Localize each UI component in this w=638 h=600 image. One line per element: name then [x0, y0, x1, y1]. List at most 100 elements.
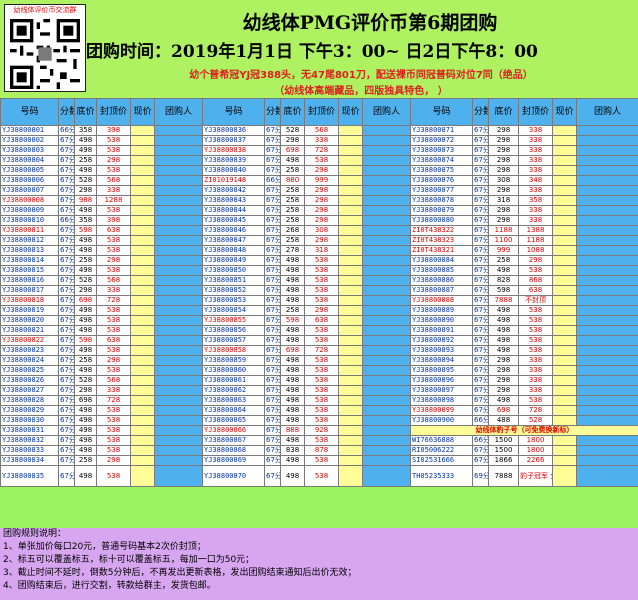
current-price[interactable]: [338, 235, 363, 246]
current-price[interactable]: [552, 405, 577, 416]
buyer[interactable]: [576, 465, 638, 487]
buyer[interactable]: [154, 225, 203, 236]
buyer[interactable]: [154, 255, 203, 266]
buyer[interactable]: [576, 415, 638, 426]
current-price[interactable]: [552, 195, 577, 206]
current-price[interactable]: [130, 265, 155, 276]
buyer[interactable]: [362, 235, 411, 246]
buyer[interactable]: [154, 285, 203, 296]
current-price[interactable]: [130, 385, 155, 396]
buyer[interactable]: [576, 135, 638, 146]
current-price[interactable]: [552, 335, 577, 346]
buyer[interactable]: [576, 175, 638, 186]
current-price[interactable]: [130, 425, 155, 436]
current-price[interactable]: [130, 375, 155, 386]
current-price[interactable]: [130, 225, 155, 236]
current-price[interactable]: [338, 215, 363, 226]
current-price[interactable]: [338, 305, 363, 316]
buyer[interactable]: [154, 365, 203, 376]
current-price[interactable]: [552, 455, 577, 466]
buyer[interactable]: [362, 225, 411, 236]
buyer[interactable]: [154, 415, 203, 426]
buyer[interactable]: [576, 405, 638, 416]
current-price[interactable]: [552, 295, 577, 306]
current-price[interactable]: [338, 425, 363, 436]
current-price[interactable]: [130, 125, 155, 136]
current-price[interactable]: [338, 155, 363, 166]
current-price[interactable]: [338, 435, 363, 446]
buyer[interactable]: [154, 315, 203, 326]
current-price[interactable]: [338, 245, 363, 256]
buyer[interactable]: [576, 295, 638, 306]
buyer[interactable]: [576, 365, 638, 376]
current-price[interactable]: [130, 465, 155, 487]
buyer[interactable]: [154, 325, 203, 336]
current-price[interactable]: [338, 145, 363, 156]
buyer[interactable]: [362, 425, 411, 436]
current-price[interactable]: [552, 435, 577, 446]
current-price[interactable]: [130, 145, 155, 156]
current-price[interactable]: [552, 305, 577, 316]
buyer[interactable]: [154, 465, 203, 487]
current-price[interactable]: [130, 205, 155, 216]
buyer[interactable]: [154, 395, 203, 406]
current-price[interactable]: [130, 335, 155, 346]
buyer[interactable]: [576, 125, 638, 136]
current-price[interactable]: [552, 325, 577, 336]
buyer[interactable]: [576, 335, 638, 346]
current-price[interactable]: [130, 295, 155, 306]
buyer[interactable]: [154, 345, 203, 356]
current-price[interactable]: [552, 205, 577, 216]
current-price[interactable]: [552, 415, 577, 426]
buyer[interactable]: [154, 165, 203, 176]
current-price[interactable]: [130, 175, 155, 186]
current-price[interactable]: [130, 155, 155, 166]
current-price[interactable]: [338, 275, 363, 286]
current-price[interactable]: [338, 185, 363, 196]
buyer[interactable]: [154, 235, 203, 246]
buyer[interactable]: [362, 465, 411, 487]
current-price[interactable]: [338, 175, 363, 186]
buyer[interactable]: [576, 265, 638, 276]
buyer[interactable]: [362, 455, 411, 466]
current-price[interactable]: [130, 275, 155, 286]
buyer[interactable]: [154, 375, 203, 386]
current-price[interactable]: [338, 135, 363, 146]
buyer[interactable]: [362, 335, 411, 346]
current-price[interactable]: [552, 315, 577, 326]
buyer[interactable]: [154, 305, 203, 316]
current-price[interactable]: [552, 125, 577, 136]
buyer[interactable]: [154, 455, 203, 466]
buyer[interactable]: [362, 245, 411, 256]
buyer[interactable]: [576, 395, 638, 406]
buyer[interactable]: [362, 305, 411, 316]
buyer[interactable]: [154, 425, 203, 436]
current-price[interactable]: [552, 395, 577, 406]
current-price[interactable]: [552, 145, 577, 156]
buyer[interactable]: [576, 345, 638, 356]
current-price[interactable]: [130, 315, 155, 326]
buyer[interactable]: [362, 155, 411, 166]
buyer[interactable]: [362, 265, 411, 276]
buyer[interactable]: [576, 155, 638, 166]
current-price[interactable]: [552, 245, 577, 256]
current-price[interactable]: [338, 315, 363, 326]
buyer[interactable]: [576, 195, 638, 206]
buyer[interactable]: [576, 455, 638, 466]
buyer[interactable]: [362, 445, 411, 456]
current-price[interactable]: [552, 365, 577, 376]
buyer[interactable]: [154, 135, 203, 146]
buyer[interactable]: [154, 245, 203, 256]
buyer[interactable]: [154, 385, 203, 396]
buyer[interactable]: [576, 315, 638, 326]
buyer[interactable]: [576, 375, 638, 386]
buyer[interactable]: [154, 275, 203, 286]
buyer[interactable]: [362, 435, 411, 446]
current-price[interactable]: [338, 335, 363, 346]
current-price[interactable]: [338, 125, 363, 136]
current-price[interactable]: [552, 345, 577, 356]
current-price[interactable]: [130, 415, 155, 426]
buyer[interactable]: [362, 205, 411, 216]
current-price[interactable]: [552, 355, 577, 366]
buyer[interactable]: [154, 155, 203, 166]
